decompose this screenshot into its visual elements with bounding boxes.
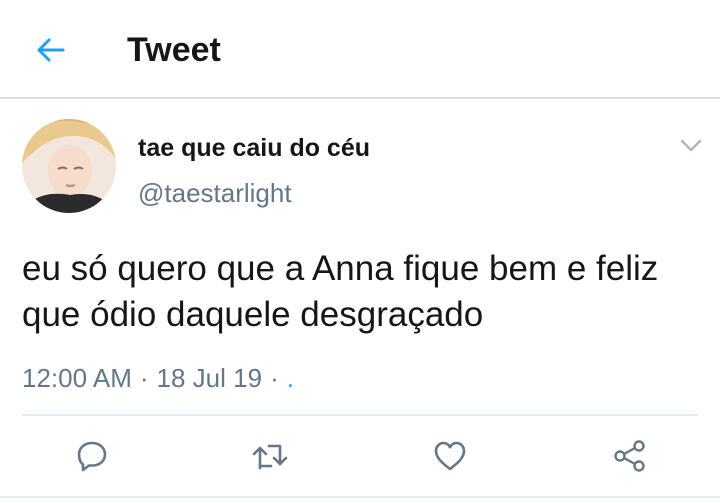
tweet-time: 12:00 AM <box>22 363 132 393</box>
retweet-button[interactable] <box>248 436 292 476</box>
meta-separator: · <box>139 363 149 393</box>
retweet-icon <box>252 444 288 470</box>
heart-icon <box>434 441 466 471</box>
like-button[interactable] <box>428 436 472 476</box>
back-button[interactable] <box>28 30 72 70</box>
user-handle[interactable]: @taestarlight <box>138 176 292 210</box>
share-button[interactable] <box>608 436 652 476</box>
top-bar: Tweet <box>0 0 720 99</box>
divider <box>22 414 698 416</box>
display-name[interactable]: tae que caiu do céu <box>138 132 370 164</box>
tweet-meta: 12:00 AM · 18 Jul 19 ·. <box>22 360 294 396</box>
reply-button[interactable] <box>70 436 114 476</box>
arrow-left-icon <box>37 38 65 62</box>
share-icon <box>614 440 645 472</box>
tweet-menu-button[interactable] <box>676 134 706 158</box>
meta-separator: · <box>270 363 279 393</box>
chevron-down-icon <box>680 139 702 152</box>
tweet-text: eu só quero que a Anna fique bem e feliz… <box>22 249 659 334</box>
tweet-source-link[interactable]: . <box>287 360 294 396</box>
avatar[interactable] <box>22 119 116 213</box>
avatar-image <box>22 119 116 213</box>
tweet-date: 18 Jul 19 <box>156 363 263 393</box>
page-title: Tweet <box>127 31 221 69</box>
divider <box>0 496 720 498</box>
reply-icon <box>77 441 107 472</box>
